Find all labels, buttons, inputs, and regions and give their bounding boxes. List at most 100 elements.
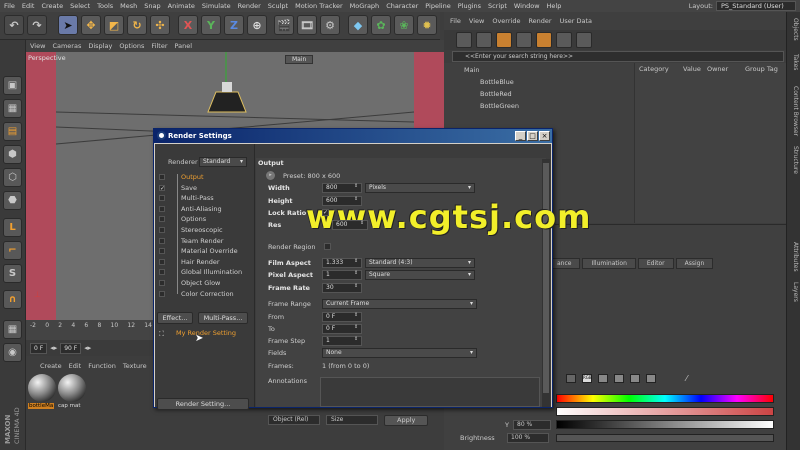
rotate-icon[interactable]: ↻ — [127, 15, 147, 35]
filter-icon[interactable] — [576, 32, 592, 48]
coord-size-dropdown[interactable]: Size — [326, 415, 378, 425]
side-tab[interactable]: Structure — [792, 146, 799, 174]
nav-enable-checkbox[interactable] — [159, 174, 165, 180]
model-mode-icon[interactable]: ▣ — [3, 76, 22, 95]
apply-button[interactable]: Apply — [384, 414, 429, 426]
viewport-menu-item[interactable]: Filter — [151, 42, 167, 50]
menu-item[interactable]: Animate — [168, 2, 195, 10]
redo-icon[interactable]: ↷ — [27, 15, 47, 35]
v-value-field[interactable]: 80 % — [513, 420, 551, 430]
nav-enable-checkbox[interactable]: ✓ — [159, 184, 165, 191]
menu-item[interactable]: MoGraph — [350, 2, 380, 10]
cube-icon[interactable]: ◆ — [348, 15, 368, 35]
renderer-dropdown[interactable]: Standard — [199, 157, 247, 167]
menu-item[interactable]: Character — [386, 2, 418, 10]
viewport-menu-item[interactable]: Options — [119, 42, 144, 50]
nav-item[interactable]: Anti-Aliasing — [181, 205, 222, 213]
nav-enable-checkbox[interactable] — [159, 290, 165, 297]
material-swatch[interactable] — [58, 374, 86, 402]
render-view-icon[interactable]: 🎬 — [274, 15, 294, 35]
eyedropper-icon[interactable]: ⁄ — [686, 374, 687, 383]
fields-value-dropdown[interactable]: None — [322, 348, 477, 358]
coordinate-system-icon[interactable]: ⊕ — [247, 15, 267, 35]
column-header[interactable]: Category — [639, 65, 669, 73]
stepper-arrows-icon[interactable]: ⇕ — [360, 220, 364, 226]
attribute-tab[interactable]: Editor — [637, 258, 674, 269]
menu-item[interactable]: Edit — [22, 2, 35, 10]
column-header[interactable]: Owner — [707, 65, 728, 73]
magnet-icon[interactable]: ∩ — [3, 290, 22, 309]
spectrum-icon[interactable] — [646, 374, 656, 383]
menu-item[interactable]: Plugins — [458, 2, 481, 10]
stepper-arrows-icon[interactable]: ⇕ — [354, 258, 358, 264]
stepper-arrows-icon[interactable]: ⇕ — [354, 324, 358, 330]
color-wheel-icon[interactable] — [566, 374, 576, 383]
layout-dropdown[interactable]: PS_Standard (User) — [716, 1, 796, 11]
recent-tools-icon[interactable]: ✣ — [150, 15, 170, 35]
render-setting-button[interactable]: Render Setting... — [157, 398, 249, 410]
deformer-icon[interactable]: ✿ — [371, 15, 391, 35]
attribute-tab[interactable]: Assign — [675, 258, 714, 269]
generator-icon[interactable]: ❀ — [394, 15, 414, 35]
timeline[interactable]: -2 0 2 4 6 8 10 12 14 — [26, 320, 156, 340]
object-manager-menu-item[interactable]: Override — [492, 17, 520, 25]
axis-mode-icon[interactable]: L — [3, 218, 22, 237]
menu-item[interactable]: Snap — [144, 2, 160, 10]
current-frame-field[interactable]: 0 F — [30, 342, 48, 354]
viewport-menu-item[interactable]: Panel — [175, 42, 193, 50]
maximize-icon[interactable]: □ — [527, 131, 538, 141]
rgb-icon[interactable]: RGB — [582, 374, 592, 383]
saturation-slider[interactable] — [556, 407, 774, 416]
nav-item[interactable]: Hair Render — [181, 258, 220, 266]
menu-item[interactable]: Mesh — [120, 2, 137, 10]
axis-y-button[interactable]: Y — [201, 15, 221, 35]
nav-enable-checkbox[interactable] — [159, 227, 165, 233]
render-picture-viewer-icon[interactable]: 🎞 — [297, 15, 317, 35]
camera-tag[interactable]: Main — [285, 55, 314, 64]
nav-item[interactable]: Options — [181, 215, 206, 223]
column-header[interactable]: Value — [683, 65, 701, 73]
scene-icon[interactable]: ✹ — [417, 15, 437, 35]
nav-item[interactable]: Multi-Pass — [181, 194, 214, 202]
nav-item[interactable]: Global Illumination — [181, 268, 242, 276]
film-aspect-preset-dropdown[interactable]: Standard (4:3) — [365, 258, 475, 268]
stepper-arrows-icon[interactable]: ⇕ — [354, 312, 358, 318]
workplane-icon[interactable]: ▤ — [3, 122, 22, 141]
frame-step-icon[interactable]: ◂▸ — [84, 344, 91, 352]
menu-item[interactable]: File — [4, 2, 15, 10]
nav-enable-checkbox[interactable] — [159, 237, 165, 244]
nav-enable-checkbox[interactable] — [159, 216, 165, 223]
side-tab[interactable]: Takes — [792, 54, 799, 70]
menu-item[interactable]: Pipeline — [425, 2, 450, 10]
texture-mode-icon[interactable]: ▦ — [3, 99, 22, 118]
material-name[interactable]: bottleMa — [28, 403, 55, 409]
menu-item[interactable]: Select — [70, 2, 90, 10]
hue-slider[interactable] — [556, 394, 774, 403]
minimize-icon[interactable]: _ — [515, 131, 526, 141]
scale-icon[interactable]: ◩ — [104, 15, 124, 35]
preset-item[interactable]: My Render Setting — [176, 329, 236, 337]
polygons-mode-icon[interactable]: ⬣ — [3, 191, 22, 210]
frame-step-icon[interactable]: ◂▸ — [50, 344, 57, 352]
nav-enable-checkbox[interactable] — [159, 258, 165, 265]
edges-mode-icon[interactable]: ⬡ — [3, 168, 22, 187]
nav-enable-checkbox[interactable] — [159, 248, 165, 255]
multipass-button[interactable]: Multi-Pass... — [198, 312, 248, 324]
object-manager-menu-item[interactable]: Render — [528, 17, 551, 25]
menu-item[interactable]: Create — [41, 2, 63, 10]
menu-item[interactable]: Script — [488, 2, 507, 10]
effect-button[interactable]: Effect... — [157, 312, 193, 324]
viewport-menu-item[interactable]: Display — [88, 42, 112, 50]
stepper-arrows-icon[interactable]: ⇕ — [354, 183, 358, 189]
menu-item[interactable]: Window — [514, 2, 540, 10]
object-manager-menu-item[interactable]: View — [469, 17, 484, 25]
stepper-arrows-icon[interactable]: ⇕ — [354, 336, 358, 342]
material-menu-item[interactable]: Create — [40, 362, 62, 370]
select-cursor-icon[interactable]: ➤ — [58, 15, 78, 35]
nav-item[interactable]: Object Glow — [181, 279, 220, 287]
axis-z-button[interactable]: Z — [224, 15, 244, 35]
panel-scrollbar[interactable] — [542, 159, 550, 407]
menu-item[interactable]: Tools — [97, 2, 113, 10]
side-tab[interactable]: Attributes — [792, 242, 799, 272]
menu-item[interactable]: Render — [238, 2, 261, 10]
